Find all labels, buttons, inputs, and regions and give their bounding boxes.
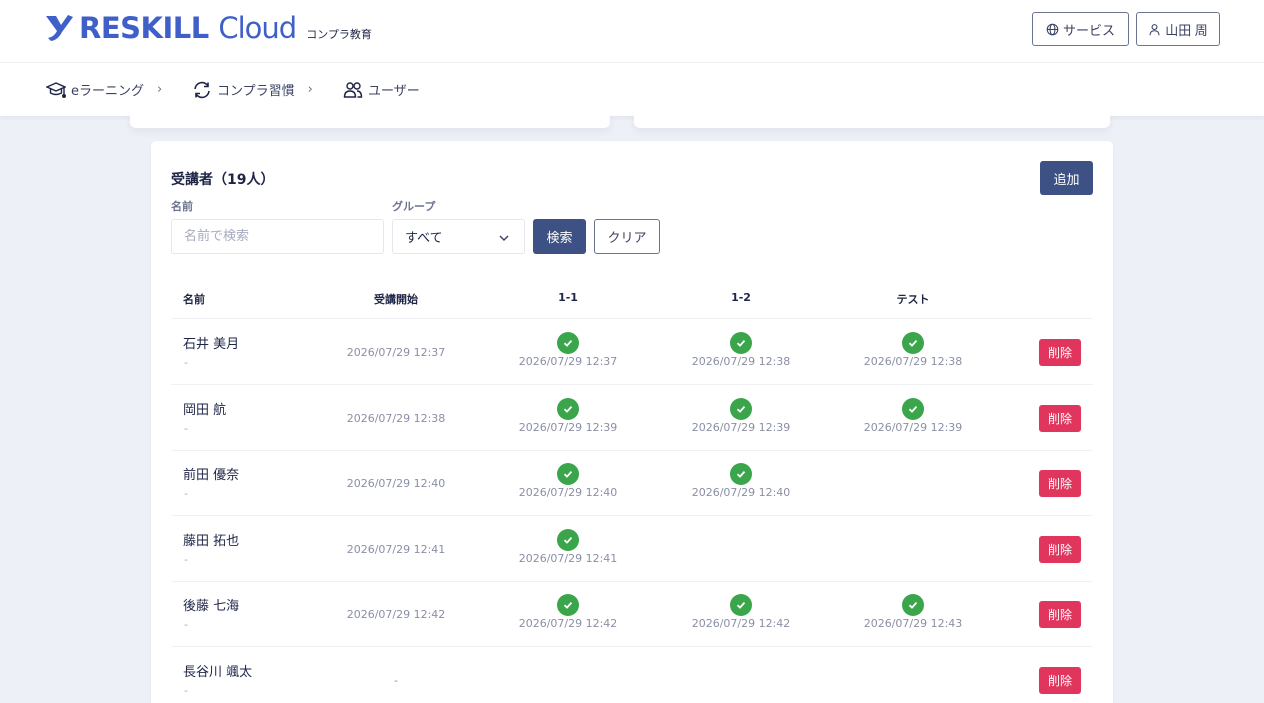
- search-button[interactable]: 検索: [533, 219, 586, 254]
- group-filter-label: グループ: [392, 200, 436, 213]
- participant-name: 藤田 拓也: [183, 533, 240, 549]
- table-row: 岡田 航 - 2026/07/29 12:38 2026/07/29 12:39 202…: [171, 385, 1093, 451]
- check-circle-icon: [730, 463, 752, 485]
- nav-item-label: eラーニング: [71, 84, 144, 99]
- check-circle-icon: [730, 594, 752, 616]
- logo-mark-icon: [46, 15, 73, 41]
- participant-name: 後藤 七海: [183, 599, 240, 614]
- chevron-right-icon: ›: [307, 82, 313, 97]
- delete-button[interactable]: 削除: [1039, 470, 1081, 497]
- table-header: 名前 受講開始 1-1 1-2 テスト: [171, 281, 1093, 319]
- column-header-1-2: 1-2: [731, 291, 751, 304]
- table-row: 後藤 七海 - 2026/07/29 12:42 2026/07/29 12:42 20…: [171, 581, 1093, 647]
- user-icon: [1149, 23, 1160, 35]
- delete-button[interactable]: 削除: [1039, 339, 1081, 366]
- add-button[interactable]: 追加: [1040, 161, 1093, 195]
- user-name-label: 山田 周: [1165, 22, 1208, 38]
- card-title: 受講者（19人）: [171, 172, 275, 188]
- completed-date: 2026/07/29 12:41: [518, 551, 618, 565]
- service-button[interactable]: サービス: [1032, 12, 1129, 46]
- delete-button[interactable]: 削除: [1039, 666, 1081, 694]
- completed-date: 2026/07/29 12:40: [691, 486, 791, 499]
- completed-date: 2026/07/29 12:38: [863, 355, 963, 368]
- start-date: -: [394, 673, 398, 687]
- column-header-test: テスト: [896, 293, 930, 306]
- participant-sub: -: [184, 683, 188, 697]
- participant-sub: -: [184, 356, 188, 369]
- chevron-right-icon: ›: [157, 82, 163, 97]
- participant-sub: -: [184, 618, 188, 631]
- completed-date: 2026/07/29 12:39: [518, 420, 618, 434]
- completed-date: 2026/07/29 12:42: [691, 617, 791, 630]
- column-header-1-1: 1-1: [558, 291, 578, 304]
- completed-date: 2026/07/29 12:39: [863, 420, 963, 434]
- group-select[interactable]: すべて: [392, 219, 525, 254]
- start-date: 2026/07/29 12:37: [346, 346, 446, 359]
- participants-card: 受講者（19人） 追加 名前 グループ すべて 検索 クリア 名前 受講開始 1…: [151, 141, 1113, 703]
- logo-text: RESKILL Cloud: [79, 11, 297, 45]
- delete-button[interactable]: 削除: [1039, 404, 1081, 432]
- check-circle-icon: [730, 397, 752, 420]
- refresh-icon: [194, 81, 210, 98]
- chevron-down-icon: [499, 235, 509, 241]
- group-select-value: すべて: [405, 231, 443, 246]
- logo[interactable]: RESKILL Cloud コンプラ教育: [43, 12, 372, 44]
- nav-item-elearning[interactable]: eラーニング ›: [46, 63, 162, 116]
- completed-date: 2026/07/29 12:38: [691, 355, 791, 368]
- card-above-left: [130, 112, 610, 128]
- participant-name: 石井 美月: [183, 337, 240, 352]
- name-filter-label: 名前: [171, 200, 193, 213]
- logo-subtitle: コンプラ教育: [306, 28, 372, 41]
- check-circle-icon: [557, 397, 579, 420]
- check-circle-icon: [730, 332, 752, 354]
- check-circle-icon: [902, 332, 924, 354]
- completed-date: 2026/07/29 12:39: [691, 420, 791, 434]
- nav-item-label: コンプラ習慣: [217, 84, 295, 99]
- check-circle-icon: [902, 594, 924, 616]
- delete-button[interactable]: 削除: [1039, 601, 1081, 628]
- start-date: 2026/07/29 12:38: [346, 411, 446, 425]
- card-above-right: [634, 112, 1110, 128]
- check-circle-icon: [902, 397, 924, 420]
- participant-sub: -: [184, 421, 188, 435]
- start-date: 2026/07/29 12:40: [346, 477, 446, 490]
- check-circle-icon: [557, 528, 579, 551]
- table-row: 前田 優奈 - 2026/07/29 12:40 2026/07/29 12:40 20…: [171, 450, 1093, 516]
- participant-name: 前田 優奈: [183, 468, 240, 483]
- user-menu-button[interactable]: 山田 周: [1136, 12, 1220, 46]
- nav-item-compliance-habit[interactable]: コンプラ習慣 ›: [192, 63, 313, 116]
- service-button-label: サービス: [1062, 22, 1115, 38]
- completed-date: 2026/07/29 12:43: [863, 617, 963, 630]
- top-bar: RESKILL Cloud コンプラ教育 サービス 山田 周: [0, 0, 1264, 63]
- table-row: 藤田 拓也 - 2026/07/29 12:41 2026/07/29 12:41 削除: [171, 516, 1093, 582]
- column-header-name: 名前: [183, 293, 205, 306]
- completed-date: 2026/07/29 12:37: [518, 355, 618, 368]
- column-header-start: 受講開始: [374, 293, 418, 306]
- check-circle-icon: [557, 332, 579, 354]
- nav-item-users[interactable]: ユーザー: [343, 63, 420, 116]
- completed-date: 2026/07/29 12:42: [518, 617, 618, 630]
- check-circle-icon: [557, 594, 579, 616]
- check-circle-icon: [557, 463, 579, 485]
- table-row: 長谷川 颯太 - - 削除: [171, 647, 1093, 703]
- start-date: 2026/07/29 12:42: [346, 608, 446, 621]
- nav-bar: eラーニング › コンプラ習慣 › ユーザー: [0, 63, 1264, 116]
- participant-sub: -: [184, 487, 188, 500]
- name-search-input[interactable]: [171, 219, 384, 254]
- participant-name: 長谷川 颯太: [183, 664, 253, 680]
- participant-name: 岡田 航: [183, 402, 227, 418]
- completed-date: 2026/07/29 12:40: [518, 486, 618, 499]
- globe-icon: [1046, 23, 1059, 35]
- clear-button[interactable]: クリア: [594, 219, 660, 254]
- nav-item-label: ユーザー: [368, 84, 420, 99]
- users-icon: [343, 81, 363, 98]
- graduation-cap-icon: [46, 81, 66, 98]
- participant-sub: -: [184, 552, 188, 566]
- table-row: 石井 美月 - 2026/07/29 12:37 2026/07/29 12:37 20…: [171, 319, 1093, 385]
- start-date: 2026/07/29 12:41: [346, 542, 446, 556]
- delete-button[interactable]: 削除: [1039, 535, 1081, 563]
